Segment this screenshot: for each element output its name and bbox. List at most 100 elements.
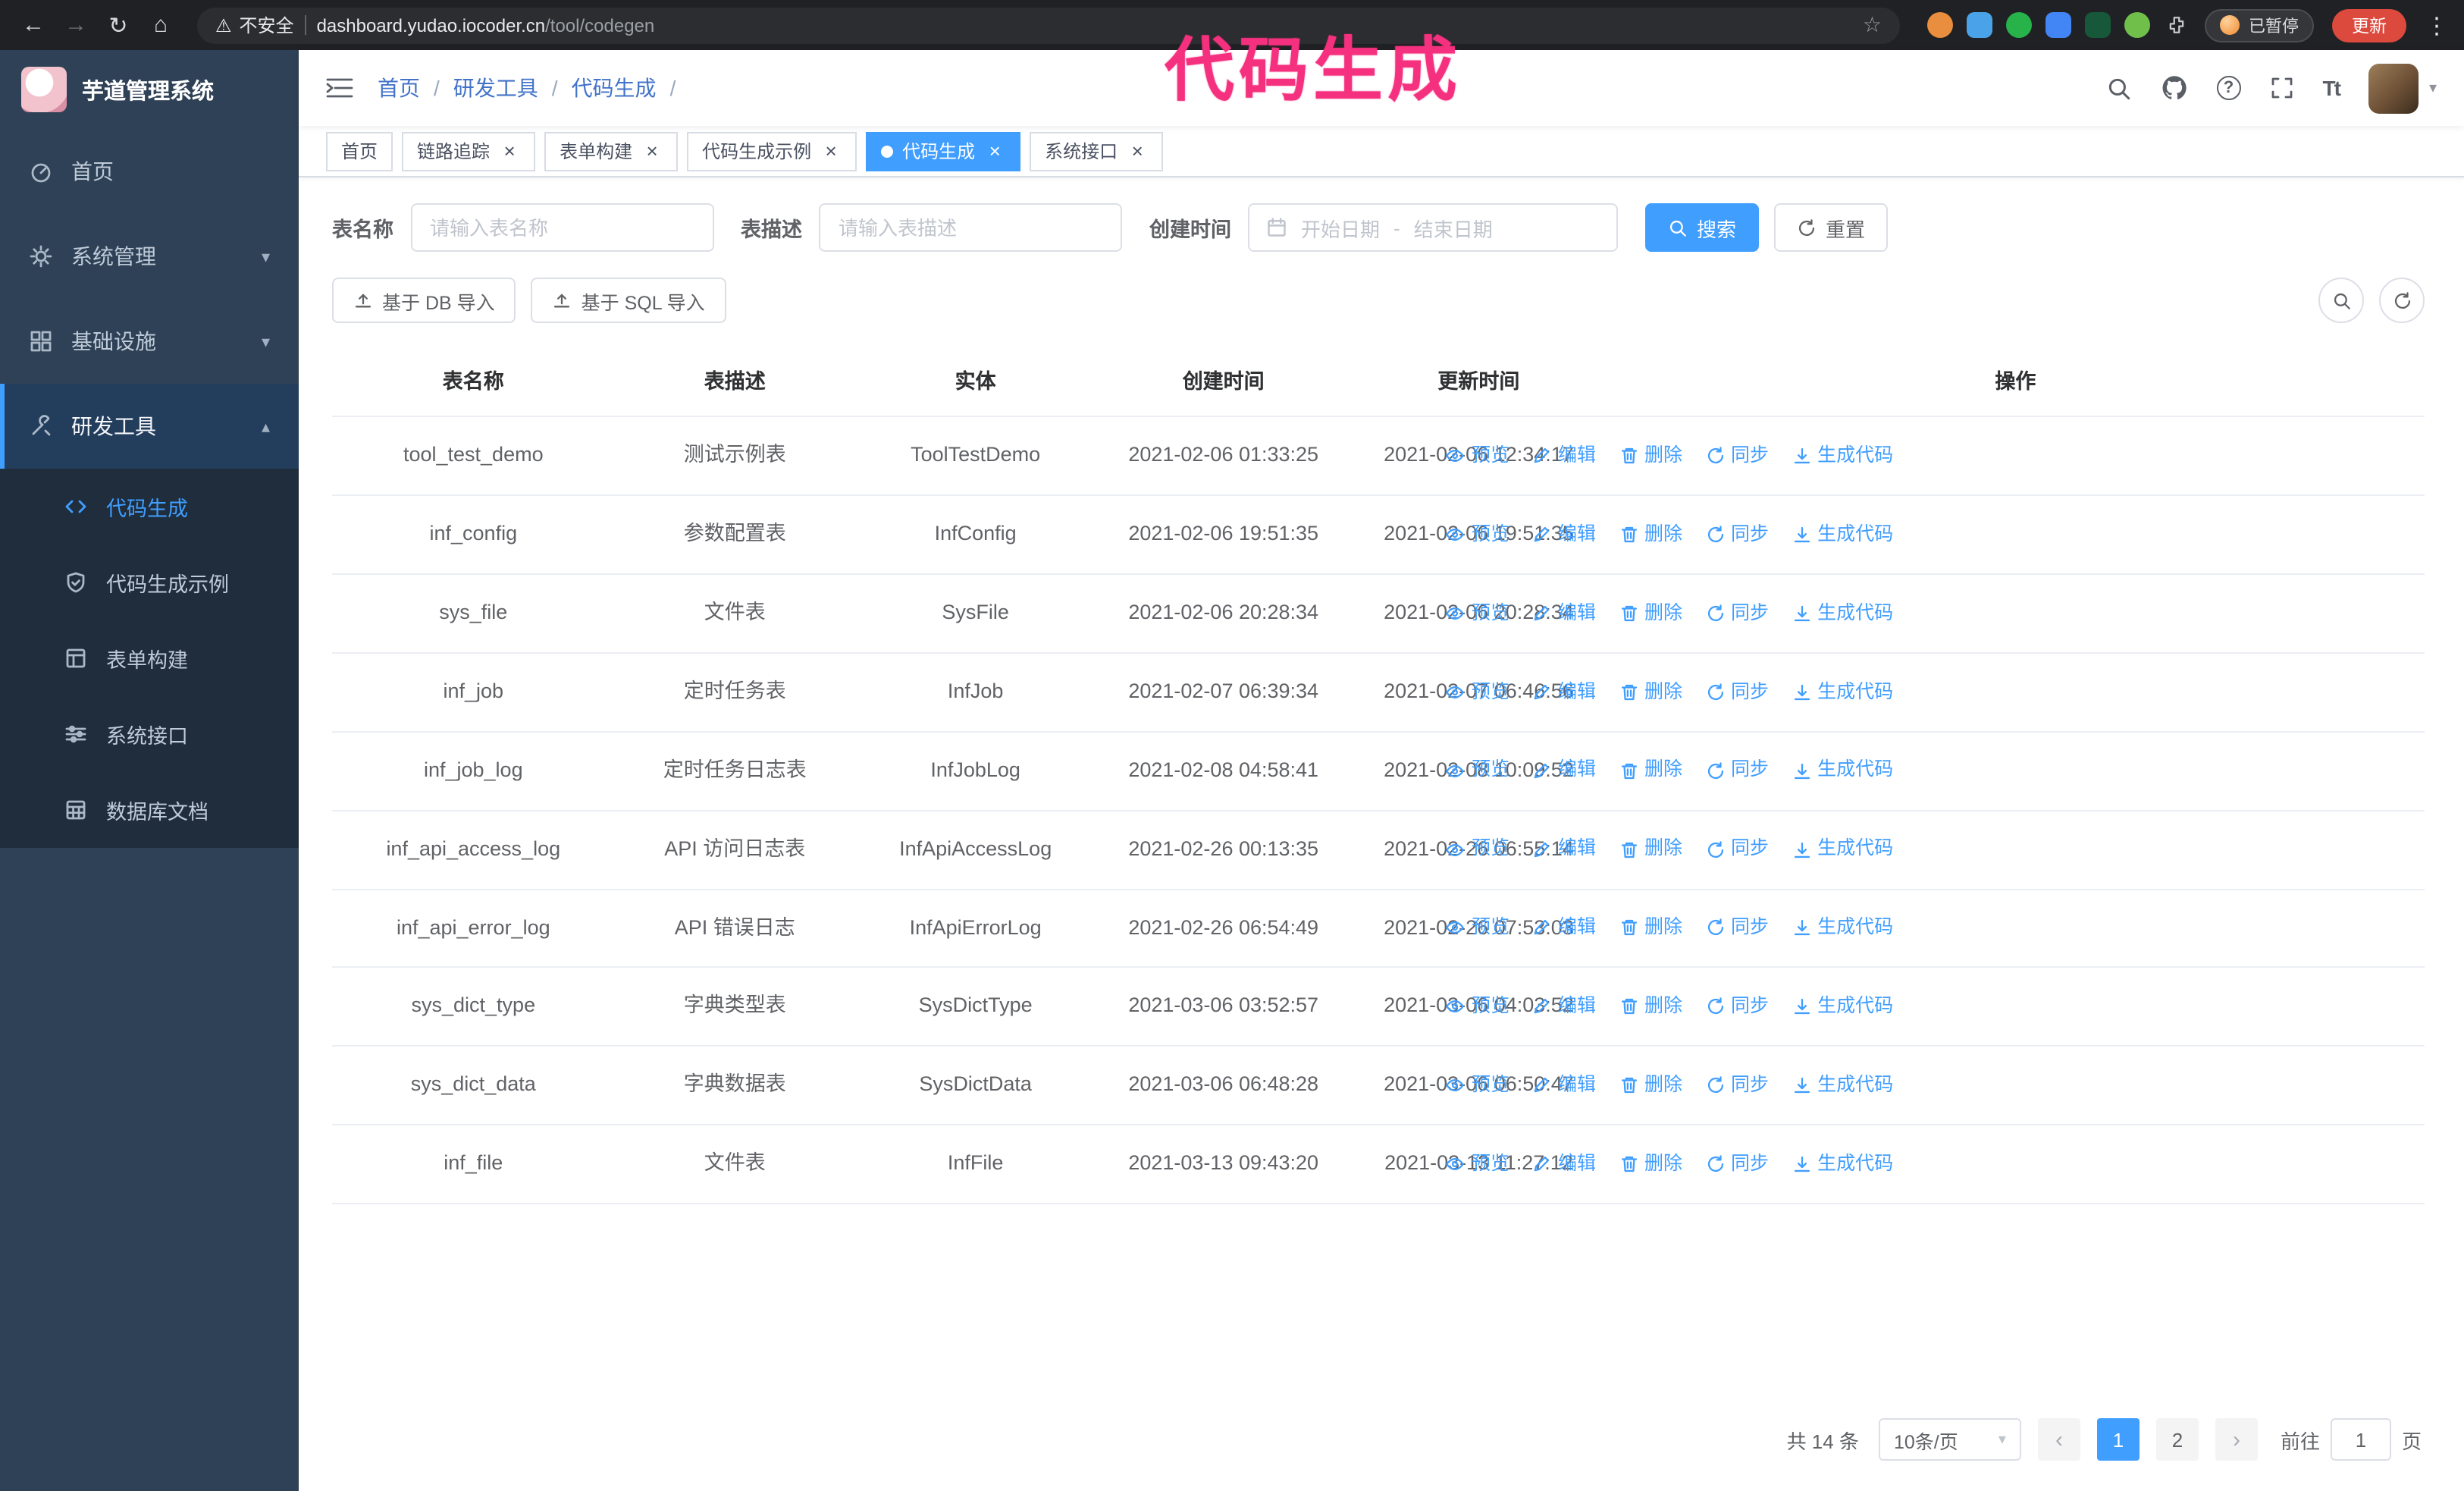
- date-range-picker[interactable]: 开始日期 - 结束日期: [1248, 203, 1618, 252]
- generate-code-action[interactable]: 生成代码: [1792, 914, 1893, 943]
- edit-action[interactable]: 编辑: [1532, 677, 1596, 707]
- tab[interactable]: 代码生成 ×: [866, 131, 1021, 171]
- sync-action[interactable]: 同步: [1705, 441, 1769, 471]
- generate-code-action[interactable]: 生成代码: [1792, 441, 1893, 471]
- sync-action[interactable]: 同步: [1705, 1071, 1769, 1100]
- delete-action[interactable]: 删除: [1619, 835, 1682, 865]
- delete-action[interactable]: 删除: [1619, 1071, 1682, 1100]
- tab[interactable]: 系统接口 ×: [1030, 131, 1164, 171]
- browser-forward-icon[interactable]: →: [58, 7, 94, 43]
- refresh-table-button[interactable]: [2379, 278, 2425, 323]
- delete-action[interactable]: 删除: [1619, 441, 1682, 471]
- next-page-button[interactable]: ›: [2215, 1418, 2258, 1461]
- generate-code-action[interactable]: 生成代码: [1792, 1150, 1893, 1179]
- preview-action[interactable]: 预览: [1446, 677, 1509, 707]
- generate-code-action[interactable]: 生成代码: [1792, 519, 1893, 549]
- browser-update-button[interactable]: 更新: [2332, 8, 2406, 42]
- sidebar-item-codegen[interactable]: 代码生成: [0, 469, 299, 545]
- sync-action[interactable]: 同步: [1705, 598, 1769, 628]
- tab-close-icon[interactable]: ×: [499, 140, 520, 162]
- sidebar-item-system-api[interactable]: 系统接口: [0, 696, 299, 772]
- sync-action[interactable]: 同步: [1705, 756, 1769, 786]
- help-icon[interactable]: ?: [2216, 76, 2241, 100]
- table-desc-input[interactable]: [819, 203, 1122, 252]
- breadcrumb-item[interactable]: 首页: [378, 73, 420, 103]
- page-number-button[interactable]: 1: [2096, 1418, 2140, 1461]
- sync-action[interactable]: 同步: [1705, 914, 1769, 943]
- sidebar-item-system[interactable]: 系统管理 ▾: [0, 214, 299, 299]
- tab-close-icon[interactable]: ×: [641, 140, 663, 162]
- tab-close-icon[interactable]: ×: [1127, 140, 1148, 162]
- page-size-select[interactable]: 10条/页 ▾: [1878, 1418, 2021, 1461]
- import-db-button[interactable]: 基于 DB 导入: [332, 278, 516, 323]
- sync-action[interactable]: 同步: [1705, 992, 1769, 1022]
- extension-icon-3[interactable]: [2006, 12, 2032, 38]
- profile-paused-badge[interactable]: 已暂停: [2205, 8, 2314, 42]
- sync-action[interactable]: 同步: [1705, 519, 1769, 549]
- hamburger-icon[interactable]: [326, 76, 353, 100]
- sync-action[interactable]: 同步: [1705, 1150, 1769, 1179]
- generate-code-action[interactable]: 生成代码: [1792, 835, 1893, 865]
- security-warning[interactable]: ⚠ 不安全: [215, 12, 294, 38]
- reset-button[interactable]: 重置: [1774, 203, 1889, 252]
- toggle-search-button[interactable]: [2318, 278, 2364, 323]
- delete-action[interactable]: 删除: [1619, 598, 1682, 628]
- sidebar-item-home[interactable]: 首页: [0, 129, 299, 214]
- delete-action[interactable]: 删除: [1619, 677, 1682, 707]
- sidebar-item-infra[interactable]: 基础设施 ▾: [0, 299, 299, 384]
- user-menu[interactable]: ▾: [2368, 63, 2437, 113]
- extension-icon-4[interactable]: [2045, 12, 2071, 38]
- browser-reload-icon[interactable]: ↻: [100, 7, 136, 43]
- bookmark-star-icon[interactable]: ☆: [1863, 12, 1882, 38]
- sidebar-item-form-builder[interactable]: 表单构建: [0, 620, 299, 696]
- preview-action[interactable]: 预览: [1446, 441, 1509, 471]
- edit-action[interactable]: 编辑: [1532, 1150, 1596, 1179]
- delete-action[interactable]: 删除: [1619, 1150, 1682, 1179]
- preview-action[interactable]: 预览: [1446, 756, 1509, 786]
- generate-code-action[interactable]: 生成代码: [1792, 677, 1893, 707]
- breadcrumb-item[interactable]: 研发工具: [453, 73, 538, 103]
- extension-icon-5[interactable]: [2085, 12, 2111, 38]
- header-search-icon[interactable]: [2106, 75, 2132, 101]
- browser-back-icon[interactable]: ←: [15, 7, 52, 43]
- extension-icon-6[interactable]: [2124, 12, 2150, 38]
- sidebar-item-codegen-example[interactable]: 代码生成示例: [0, 545, 299, 620]
- preview-action[interactable]: 预览: [1446, 1071, 1509, 1100]
- edit-action[interactable]: 编辑: [1532, 1071, 1596, 1100]
- breadcrumb-item[interactable]: 代码生成: [572, 73, 657, 103]
- delete-action[interactable]: 删除: [1619, 756, 1682, 786]
- preview-action[interactable]: 预览: [1446, 835, 1509, 865]
- sync-action[interactable]: 同步: [1705, 835, 1769, 865]
- search-button[interactable]: 搜索: [1645, 203, 1760, 252]
- preview-action[interactable]: 预览: [1446, 1150, 1509, 1179]
- sidebar-item-devtools[interactable]: 研发工具 ▴: [0, 384, 299, 469]
- preview-action[interactable]: 预览: [1446, 598, 1509, 628]
- import-sql-button[interactable]: 基于 SQL 导入: [531, 278, 726, 323]
- sync-action[interactable]: 同步: [1705, 677, 1769, 707]
- avatar[interactable]: [2368, 63, 2419, 113]
- font-size-icon[interactable]: Tt: [2323, 76, 2341, 100]
- goto-page-input[interactable]: [2330, 1418, 2391, 1461]
- generate-code-action[interactable]: 生成代码: [1792, 756, 1893, 786]
- tab[interactable]: 首页 ×: [326, 131, 393, 171]
- preview-action[interactable]: 预览: [1446, 519, 1509, 549]
- generate-code-action[interactable]: 生成代码: [1792, 1071, 1893, 1100]
- extensions-puzzle-icon[interactable]: [2164, 12, 2190, 38]
- tab[interactable]: 表单构建 ×: [544, 131, 679, 171]
- edit-action[interactable]: 编辑: [1532, 598, 1596, 628]
- prev-page-button[interactable]: ‹: [2037, 1418, 2080, 1461]
- delete-action[interactable]: 删除: [1619, 914, 1682, 943]
- sidebar-item-db-doc[interactable]: 数据库文档: [0, 772, 299, 848]
- browser-menu-icon[interactable]: ⋮: [2425, 11, 2449, 39]
- edit-action[interactable]: 编辑: [1532, 914, 1596, 943]
- generate-code-action[interactable]: 生成代码: [1792, 992, 1893, 1022]
- extension-icon-2[interactable]: [1967, 12, 1992, 38]
- extension-icon-1[interactable]: [1927, 12, 1953, 38]
- preview-action[interactable]: 预览: [1446, 992, 1509, 1022]
- address-bar[interactable]: ⚠ 不安全 dashboard.yudao.iocoder.cn/tool/co…: [197, 7, 1900, 43]
- table-name-input[interactable]: [410, 203, 713, 252]
- preview-action[interactable]: 预览: [1446, 914, 1509, 943]
- edit-action[interactable]: 编辑: [1532, 441, 1596, 471]
- delete-action[interactable]: 删除: [1619, 519, 1682, 549]
- edit-action[interactable]: 编辑: [1532, 519, 1596, 549]
